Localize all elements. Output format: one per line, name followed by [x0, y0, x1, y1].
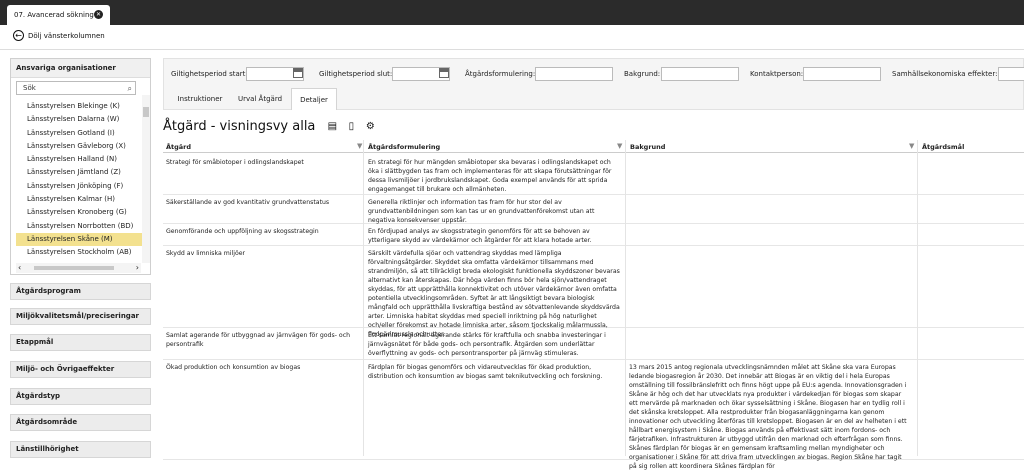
column-divider [363, 140, 364, 456]
col-header-formulering[interactable]: Åtgärdsformulering [368, 143, 440, 151]
table-row[interactable]: Ökad produktion och konsumtion av biogas… [163, 360, 1024, 470]
page-title: Åtgärd - visningsvy alla [163, 119, 316, 134]
filter-icon[interactable]: ▼ [909, 142, 914, 150]
tab-urval-atgard[interactable]: Urval Åtgärd [231, 88, 289, 110]
kontakt-input[interactable] [803, 67, 881, 81]
sidebar-section[interactable]: Miljö- och Övrigaeffekter [10, 361, 151, 378]
tab-label: 07. Avancerad sökning [14, 11, 94, 19]
calendar-icon[interactable] [293, 68, 303, 78]
tab-instruktioner[interactable]: Instruktioner [171, 88, 229, 110]
org-list-item[interactable]: Länsstyrelsen Halland (N) [16, 153, 144, 166]
org-list-item[interactable]: Länsstyrelsen Skåne (M) [16, 232, 144, 247]
org-list-item[interactable]: Länsstyrelsen Gävleborg (X) [16, 140, 144, 153]
table-row[interactable]: Samlat agerande för utbyggnad av järnväg… [163, 328, 1024, 360]
filter-icon[interactable]: ▼ [357, 142, 362, 150]
table-cell-atgard: Skydd av limniska miljöer [166, 250, 246, 257]
table-cell-atgard: Genomförande och uppföljning av skogsstr… [166, 228, 319, 235]
org-list-item[interactable]: Länsstyrelsen Blekinge (K) [16, 100, 144, 113]
org-list-item[interactable]: Länsstyrelsen Kalmar (H) [16, 193, 144, 206]
table-cell-form: Särskilt värdefulla sjöar och vattendrag… [368, 250, 620, 338]
chevron-left-icon[interactable]: ‹ [18, 263, 21, 273]
collapse-label: Dölj vänsterkolumnen [28, 31, 105, 40]
filter-panel: Giltighetsperiod start: Giltighetsperiod… [163, 58, 1024, 110]
sidebar: Ansvariga organisationer Sök ⌕ Länsstyre… [10, 58, 151, 275]
gear-icon[interactable]: ⚙ [365, 121, 375, 132]
calendar-icon[interactable] [439, 68, 449, 78]
table-row[interactable]: Skydd av limniska miljöer Särskilt värdef… [163, 246, 1024, 338]
table-cell-form: Ett samlat regionalt agerande stärks för… [368, 332, 606, 357]
table-cell-atgard: Säkerställande av god kvantitativ grundv… [166, 199, 330, 206]
table-row[interactable]: Strategi för småbiotoper i odlingslandsk… [163, 155, 1024, 195]
table-cell-form: En strategi för hur mängden småbiotoper … [368, 159, 612, 193]
table-cell-atgard: Samlat agerande för utbyggnad av järnväg… [166, 332, 351, 348]
end-label: Giltighetsperiod slut: [319, 70, 393, 78]
bakgrund-label: Bakgrund: [624, 70, 661, 78]
table-cell-form: En fördjupad analys av skogsstrategin ge… [368, 228, 592, 244]
table-row[interactable]: Genomförande och uppföljning av skogsstr… [163, 224, 1024, 246]
org-list-item[interactable]: Länsstyrelsen Dalarna (W) [16, 113, 144, 126]
table-cell-bak: 13 mars 2015 antog regionala utvecklings… [629, 364, 907, 470]
main-content: Giltighetsperiod start: Giltighetsperiod… [163, 58, 1024, 470]
top-bar: 07. Avancerad sökning ✕ [0, 0, 1024, 25]
formulering-input[interactable] [535, 67, 613, 81]
filter-icon[interactable]: ▼ [617, 142, 622, 150]
excel-export-icon[interactable]: ▤ [327, 121, 337, 132]
table-cell-form: Färdplan för biogas genomförs och vidare… [368, 364, 603, 380]
table-header: Åtgärd ▼ Åtgärdsformulering ▼ Bakgrund ▼… [163, 140, 1024, 153]
org-list-item[interactable]: Länsstyrelsen Norrbotten (BD) [16, 220, 144, 233]
view-title-bar: Åtgärd - visningsvy alla ▤ ▯ ⚙ [163, 119, 375, 134]
tab-avancerad-sokning[interactable]: 07. Avancerad sökning ✕ [7, 5, 110, 25]
horizontal-scrollbar[interactable]: ‹ › [16, 263, 141, 273]
search-input[interactable]: Sök ⌕ [16, 81, 136, 95]
org-panel: Ansvariga organisationer Sök ⌕ Länsstyre… [10, 58, 151, 275]
org-list-item[interactable]: Länsstyrelsen Jönköping (F) [16, 180, 144, 193]
org-list-item[interactable]: Länsstyrelsen Jämtland (Z) [16, 166, 144, 179]
close-icon[interactable]: ✕ [94, 10, 103, 19]
start-label: Giltighetsperiod start: [171, 70, 248, 78]
samhall-input[interactable] [998, 67, 1024, 81]
col-header-atgardsmal[interactable]: Åtgärdsmål [922, 143, 964, 151]
search-value: Sök [23, 84, 36, 92]
sidebar-section[interactable]: Etappmål [10, 334, 151, 351]
table-cell-atgard: Ökad produktion och konsumtion av biogas [166, 364, 301, 371]
tab-detaljer[interactable]: Detaljer [291, 88, 337, 110]
bakgrund-input[interactable] [661, 67, 739, 81]
divider [0, 49, 1024, 50]
arrow-left-icon: ← [13, 30, 24, 41]
results-table: Åtgärd ▼ Åtgärdsformulering ▼ Bakgrund ▼… [163, 140, 1024, 153]
table-cell-atgard: Strategi för småbiotoper i odlingslandsk… [166, 159, 304, 166]
org-list-item[interactable]: Länsstyrelsen Stockholm (AB) [16, 246, 144, 259]
collapse-left-column-button[interactable]: ← Dölj vänsterkolumnen [13, 30, 105, 41]
formulering-label: Åtgärdsformulering: [465, 70, 536, 78]
column-divider [917, 140, 918, 456]
sidebar-section[interactable]: Länstillhörighet [10, 441, 151, 458]
col-header-atgard[interactable]: Åtgärd [166, 143, 191, 151]
samhall-label: Samhällsekonomiska effekter: [892, 70, 998, 78]
table-row[interactable]: Säkerställande av god kvantitativ grundv… [163, 195, 1024, 224]
vertical-scrollbar[interactable] [142, 95, 150, 263]
org-list-item[interactable]: Länsstyrelsen Kronoberg (G) [16, 206, 144, 219]
column-divider [625, 140, 626, 456]
kontakt-label: Kontaktperson: [750, 70, 804, 78]
pdf-export-icon[interactable]: ▯ [346, 121, 356, 132]
col-header-bakgrund[interactable]: Bakgrund [630, 143, 665, 151]
sidebar-section[interactable]: Åtgärdsprogram [10, 283, 151, 300]
org-list: Länsstyrelsen Blekinge (K) Länsstyrelsen … [16, 100, 144, 260]
org-panel-title: Ansvariga organisationer [11, 59, 150, 78]
sidebar-section[interactable]: Åtgärdstyp [10, 388, 151, 405]
chevron-right-icon[interactable]: › [136, 263, 139, 273]
sidebar-section[interactable]: Åtgärdsområde [10, 414, 151, 431]
sidebar-section[interactable]: Miljökvalitetsmål/preciseringar [10, 308, 151, 325]
table-cell-form: Generella riktlinjer och information tas… [368, 199, 595, 224]
search-icon[interactable]: ⌕ [128, 83, 132, 95]
org-list-item[interactable]: Länsstyrelsen Gotland (I) [16, 127, 144, 140]
